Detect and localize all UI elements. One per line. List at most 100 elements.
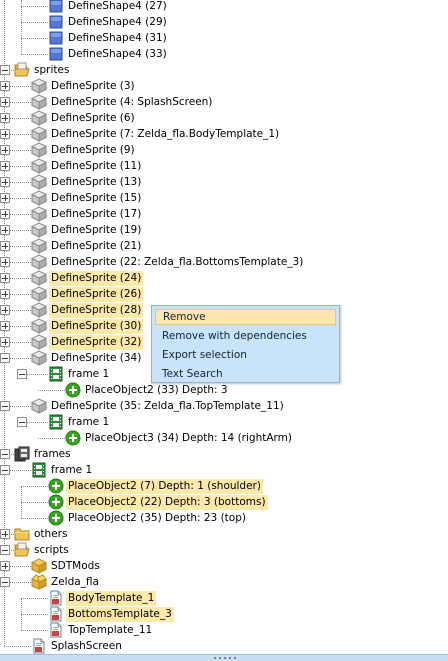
sprite-cube-icon bbox=[30, 254, 48, 270]
expand-toggle[interactable] bbox=[0, 241, 10, 251]
collapse-toggle[interactable] bbox=[17, 417, 27, 427]
expand-toggle[interactable] bbox=[0, 161, 10, 171]
expand-toggle[interactable] bbox=[0, 145, 10, 155]
tree-node-label: DefineSprite (4: SplashScreen) bbox=[51, 96, 213, 108]
expand-toggle[interactable] bbox=[0, 129, 10, 139]
tree-node[interactable]: DefineShape4 (31) bbox=[0, 30, 448, 46]
folder-open-icon bbox=[14, 542, 30, 558]
context-menu-item-remove-with-dependencies[interactable]: Remove with dependencies bbox=[155, 328, 336, 344]
tree-node[interactable]: DefineSprite (6) bbox=[0, 110, 448, 126]
tree-node-label: PlaceObject2 (35) Depth: 23 (top) bbox=[68, 512, 246, 524]
sprite-cube-icon bbox=[30, 350, 48, 366]
package-open-icon bbox=[31, 574, 47, 590]
tree-node[interactable]: TopTemplate_11 bbox=[0, 622, 448, 638]
tree-node[interactable]: PlaceObject2 (35) Depth: 23 (top) bbox=[0, 510, 448, 526]
tree-node-label: sprites bbox=[34, 64, 70, 76]
frame-film-icon bbox=[31, 462, 47, 478]
context-menu-item-text-search[interactable]: Text Search bbox=[155, 366, 336, 382]
tree-node-label: DefineShape4 (33) bbox=[68, 48, 167, 60]
collapse-toggle[interactable] bbox=[0, 65, 10, 75]
collapse-toggle[interactable] bbox=[0, 353, 10, 363]
script-file-icon bbox=[48, 590, 64, 606]
expand-toggle[interactable] bbox=[0, 305, 10, 315]
tree-node[interactable]: DefineSprite (11) bbox=[0, 158, 448, 174]
tree-node[interactable]: DefineSprite (13) bbox=[0, 174, 448, 190]
tree-node-label: DefineSprite (3) bbox=[51, 80, 135, 92]
sprite-cube-icon bbox=[30, 110, 48, 126]
tree-node[interactable]: SDTMods bbox=[0, 558, 448, 574]
expand-toggle[interactable] bbox=[0, 257, 10, 267]
tree-node-label: PlaceObject3 (34) Depth: 14 (rightArm) bbox=[85, 432, 292, 444]
tree-node[interactable]: scripts bbox=[0, 542, 448, 558]
expand-toggle[interactable] bbox=[0, 97, 10, 107]
tree-node[interactable]: DefineShape4 (27) bbox=[0, 0, 448, 14]
tree-node-label: DefineShape4 (29) bbox=[68, 16, 167, 28]
sprite-cube-icon bbox=[30, 238, 48, 254]
tree-node-label: TopTemplate_11 bbox=[68, 624, 153, 636]
tree-node-label: DefineSprite (13) bbox=[51, 176, 142, 188]
sprite-cube-icon bbox=[30, 206, 48, 222]
tree-node[interactable]: DefineSprite (17) bbox=[0, 206, 448, 222]
tree-node[interactable]: frames bbox=[0, 446, 448, 462]
tree-node[interactable]: PlaceObject3 (34) Depth: 14 (rightArm) bbox=[0, 430, 448, 446]
tree-node[interactable]: DefineSprite (7: Zelda_fla.BodyTemplate_… bbox=[0, 126, 448, 142]
tree-node[interactable]: BodyTemplate_1 bbox=[0, 590, 448, 606]
tree-node[interactable]: DefineSprite (15) bbox=[0, 190, 448, 206]
tree-node[interactable]: DefineSprite (4: SplashScreen) bbox=[0, 94, 448, 110]
expand-toggle[interactable] bbox=[0, 113, 10, 123]
expand-toggle[interactable] bbox=[0, 273, 10, 283]
expand-toggle[interactable] bbox=[0, 529, 10, 539]
sprite-cube-icon bbox=[30, 398, 48, 414]
collapse-toggle[interactable] bbox=[0, 545, 10, 555]
tree-node[interactable]: DefineSprite (3) bbox=[0, 78, 448, 94]
sprite-cube-icon bbox=[30, 78, 48, 94]
expand-toggle[interactable] bbox=[0, 225, 10, 235]
tree-node[interactable]: frame 1 bbox=[0, 462, 448, 478]
tree-node-label: BottomsTemplate_3 bbox=[66, 607, 174, 622]
tree-node[interactable]: DefineSprite (21) bbox=[0, 238, 448, 254]
tree-node[interactable]: PlaceObject2 (33) Depth: 3 bbox=[0, 382, 448, 398]
expand-toggle[interactable] bbox=[0, 321, 10, 331]
tree-node[interactable]: DefineShape4 (29) bbox=[0, 14, 448, 30]
tree-node[interactable]: sprites bbox=[0, 62, 448, 78]
expand-toggle[interactable] bbox=[0, 561, 10, 571]
expand-toggle[interactable] bbox=[0, 193, 10, 203]
tree-node[interactable]: DefineSprite (26) bbox=[0, 286, 448, 302]
expand-toggle[interactable] bbox=[0, 209, 10, 219]
tree-node-label: PlaceObject2 (7) Depth: 1 (shoulder) bbox=[66, 479, 263, 494]
expand-toggle[interactable] bbox=[0, 177, 10, 187]
expand-toggle[interactable] bbox=[0, 81, 10, 91]
tree-node[interactable]: PlaceObject2 (7) Depth: 1 (shoulder) bbox=[0, 478, 448, 494]
tree-node-label: Zelda_fla bbox=[51, 576, 99, 588]
tree-node-label: DefineSprite (35: Zelda_fla.TopTemplate_… bbox=[51, 400, 284, 412]
expand-toggle[interactable] bbox=[0, 337, 10, 347]
collapse-toggle[interactable] bbox=[0, 465, 10, 475]
tree-node-label: DefineSprite (19) bbox=[51, 224, 142, 236]
collapse-toggle[interactable] bbox=[17, 369, 27, 379]
tree-node-label: BodyTemplate_1 bbox=[66, 591, 157, 606]
tree-node[interactable]: PlaceObject2 (22) Depth: 3 (bottoms) bbox=[0, 494, 448, 510]
tree-node-label: DefineSprite (21) bbox=[51, 240, 142, 252]
context-menu-item-export-selection[interactable]: Export selection bbox=[155, 347, 336, 363]
tree-node-label: DefineSprite (17) bbox=[51, 208, 142, 220]
collapse-toggle[interactable] bbox=[0, 449, 10, 459]
tree-node[interactable]: DefineSprite (22: Zelda_fla.BottomsTempl… bbox=[0, 254, 448, 270]
tree-node[interactable]: frame 1 bbox=[0, 414, 448, 430]
collapse-toggle[interactable] bbox=[0, 401, 10, 411]
sprite-cube-icon bbox=[30, 158, 48, 174]
tree-node[interactable]: SplashScreen bbox=[0, 638, 448, 654]
expand-toggle[interactable] bbox=[0, 289, 10, 299]
tree-node[interactable]: DefineSprite (19) bbox=[0, 222, 448, 238]
tree-node[interactable]: DefineSprite (35: Zelda_fla.TopTemplate_… bbox=[0, 398, 448, 414]
collapse-toggle[interactable] bbox=[0, 577, 10, 587]
tree-node[interactable]: others bbox=[0, 526, 448, 542]
tree-node[interactable]: DefineShape4 (33) bbox=[0, 46, 448, 62]
tree-node[interactable]: Zelda_fla bbox=[0, 574, 448, 590]
sprite-cube-icon bbox=[30, 142, 48, 158]
tree-node[interactable]: DefineSprite (9) bbox=[0, 142, 448, 158]
tree-node[interactable]: BottomsTemplate_3 bbox=[0, 606, 448, 622]
tree-node[interactable]: DefineSprite (24) bbox=[0, 270, 448, 286]
tree-node-label: PlaceObject2 (22) Depth: 3 (bottoms) bbox=[66, 495, 268, 510]
shape-icon bbox=[48, 30, 64, 46]
context-menu-item-remove[interactable]: Remove bbox=[155, 309, 336, 325]
